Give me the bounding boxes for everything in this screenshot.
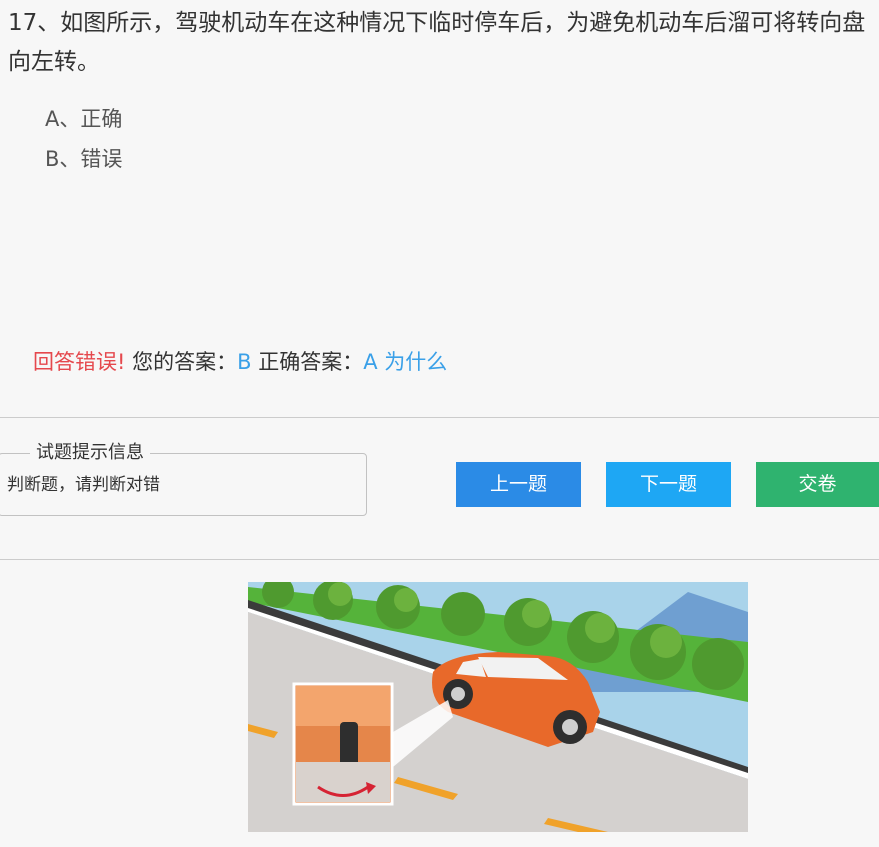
submit-exam-button[interactable]: 交卷 xyxy=(756,462,879,507)
question-number: 17、 xyxy=(8,10,61,36)
correct-answer-value: A xyxy=(363,350,378,374)
answer-result: 回答错误! 您的答案：B 正确答案：A 为什么 xyxy=(33,346,447,378)
question-text: 17、如图所示，驾驶机动车在这种情况下临时停车后，为避免机动车后溜可将转向盘向左… xyxy=(8,4,870,82)
option-a[interactable]: A、正确 xyxy=(45,104,122,134)
option-b-text: 错误 xyxy=(80,147,123,171)
question-illustration xyxy=(248,582,748,832)
next-question-button[interactable]: 下一题 xyxy=(606,462,731,507)
option-b[interactable]: B、错误 xyxy=(45,144,122,174)
option-b-key: B、 xyxy=(45,147,81,171)
hint-fieldset: 试题提示信息 判断题，请判断对错 xyxy=(0,441,367,516)
option-a-key: A、 xyxy=(45,107,81,131)
result-status: 回答错误! xyxy=(33,350,126,374)
prev-question-button[interactable]: 上一题 xyxy=(456,462,581,507)
your-answer-label: 您的答案： xyxy=(132,350,238,374)
hint-text: 判断题，请判断对错 xyxy=(7,475,160,495)
divider-bottom xyxy=(0,559,879,560)
question-body: 如图所示，驾驶机动车在这种情况下临时停车后，为避免机动车后溜可将转向盘向左转。 xyxy=(8,10,866,75)
divider-top xyxy=(0,417,879,418)
correct-answer-label: 正确答案： xyxy=(258,350,364,374)
option-a-text: 正确 xyxy=(80,107,123,131)
hint-legend: 试题提示信息 xyxy=(30,441,150,465)
your-answer-value: B xyxy=(237,350,252,374)
why-link[interactable]: 为什么 xyxy=(384,350,447,374)
wheel-detail-inset xyxy=(292,682,394,806)
